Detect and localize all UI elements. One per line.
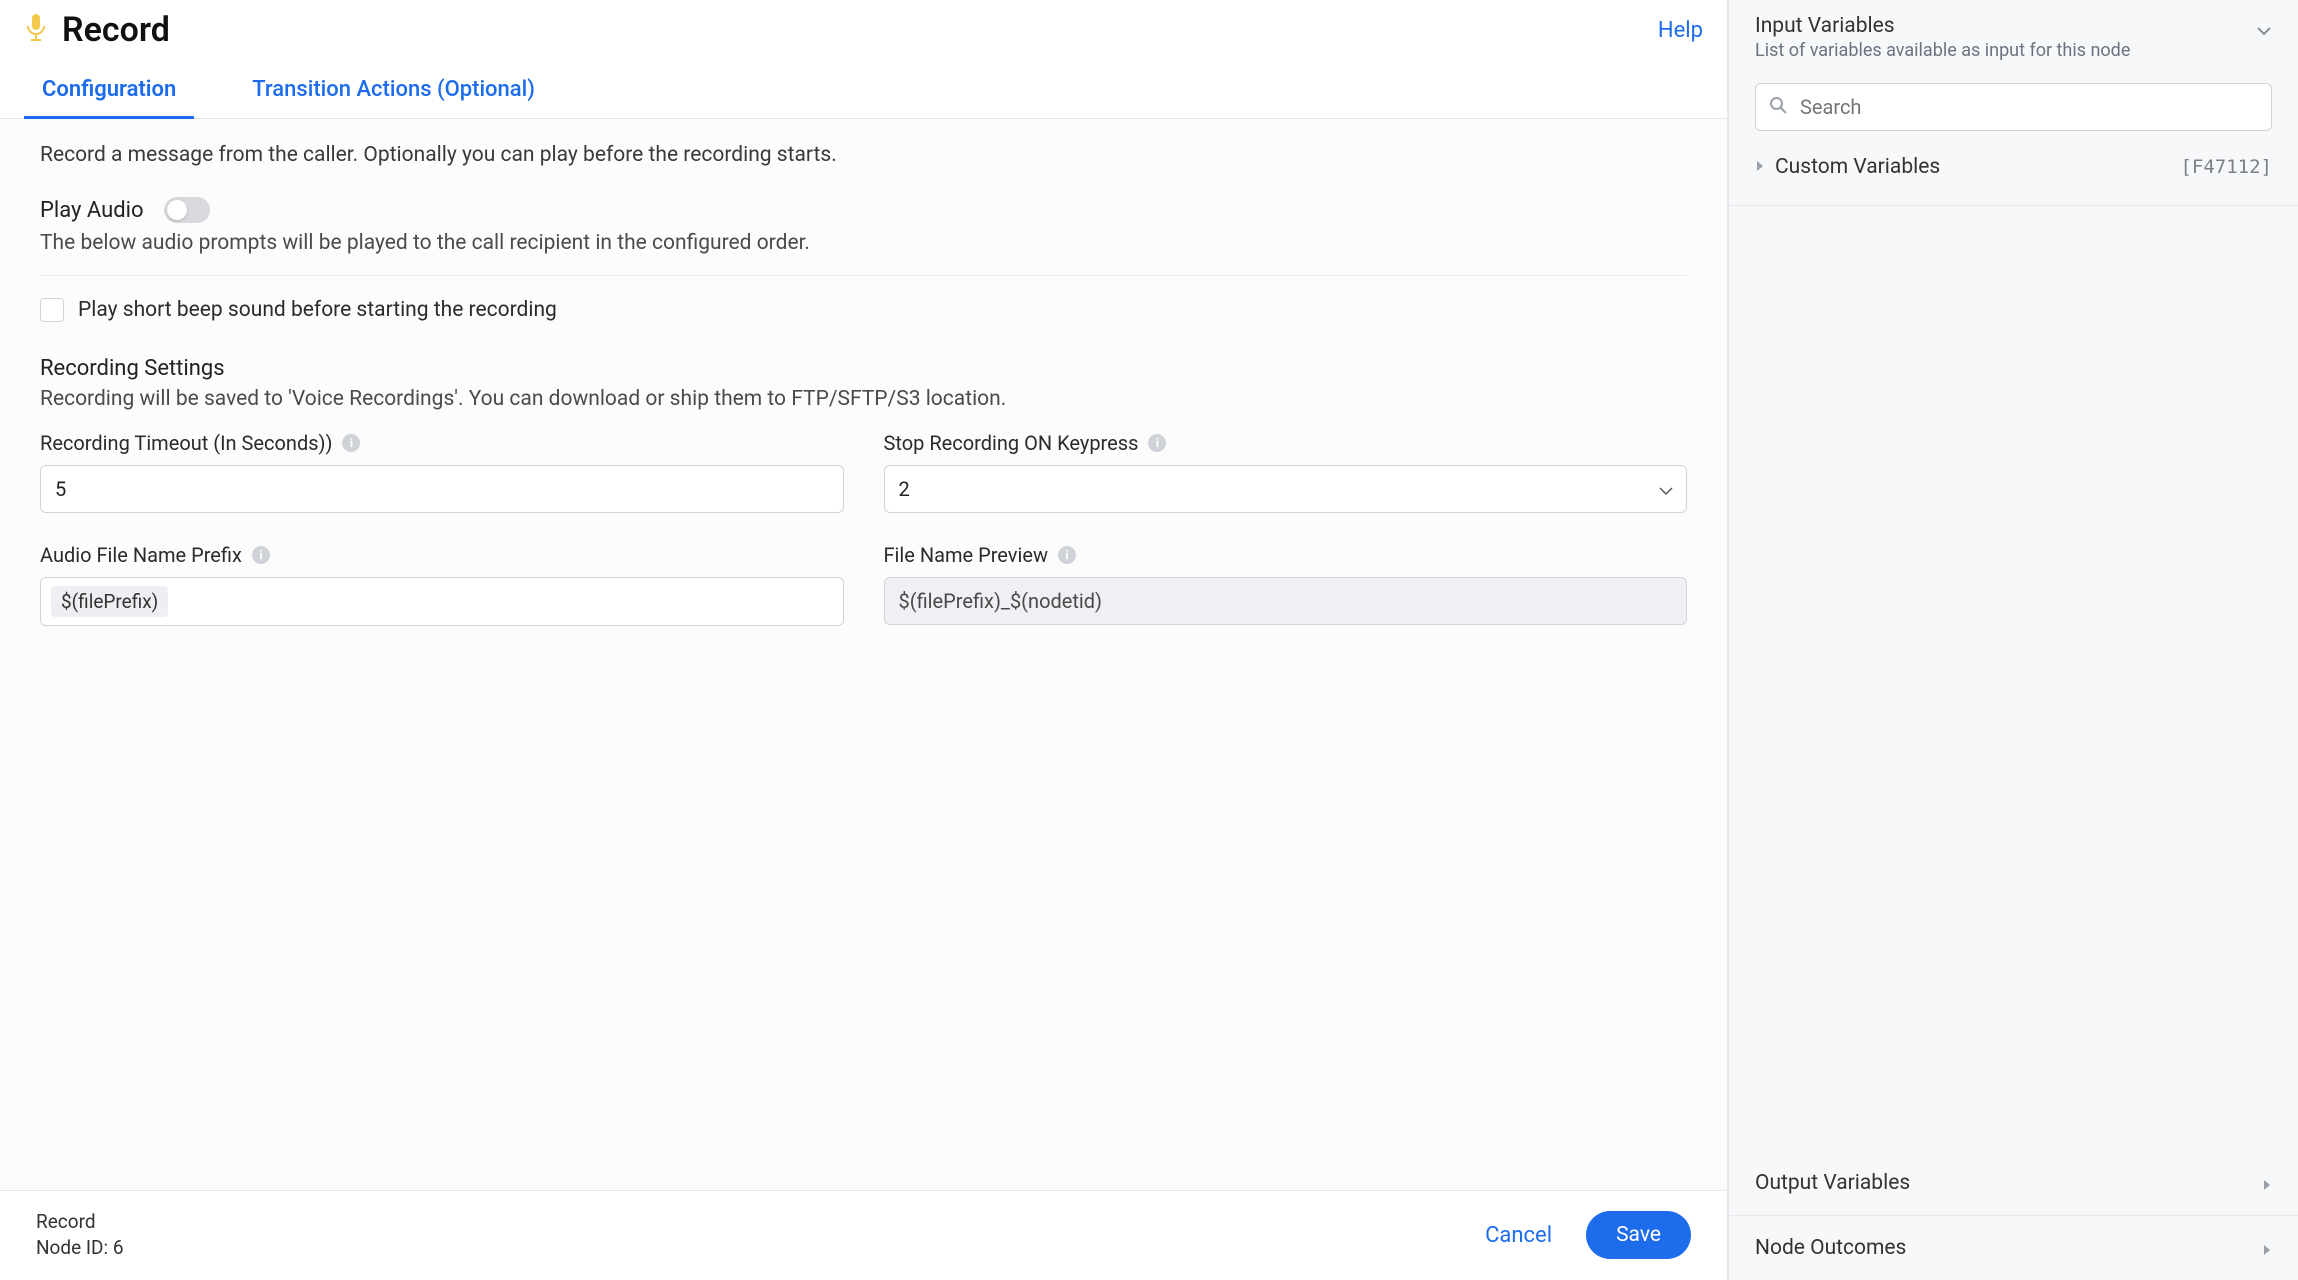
play-audio-toggle[interactable] — [164, 197, 210, 223]
info-icon[interactable]: i — [1148, 434, 1166, 452]
divider — [40, 275, 1687, 276]
input-variables-header-text: Input Variables List of variables availa… — [1755, 14, 2130, 61]
footer-info: Record Node ID: 6 — [36, 1209, 124, 1262]
content-area: Record a message from the caller. Option… — [0, 119, 1727, 1190]
tabs: Configuration Transition Actions (Option… — [0, 64, 1727, 119]
footer-actions: Cancel Save — [1485, 1211, 1691, 1259]
help-link[interactable]: Help — [1658, 18, 1703, 43]
page-title: Record — [62, 10, 170, 50]
output-variables-title: Output Variables — [1755, 1171, 1910, 1195]
timeout-label: Recording Timeout (In Seconds)) — [40, 431, 332, 455]
search-icon — [1769, 95, 1787, 119]
prefix-label-row: Audio File Name Prefix i — [40, 543, 844, 567]
node-outcomes-title: Node Outcomes — [1755, 1236, 1906, 1260]
info-icon[interactable]: i — [1058, 546, 1076, 564]
intro-text: Record a message from the caller. Option… — [40, 143, 1687, 167]
recording-settings-title: Recording Settings — [40, 356, 1687, 381]
stopkey-label: Stop Recording ON Keypress — [884, 431, 1139, 455]
node-outcomes-panel: Node Outcomes — [1729, 1216, 2298, 1280]
stopkey-field: Stop Recording ON Keypress i 2 — [884, 431, 1688, 513]
custom-variables-tag: [F47112] — [2180, 156, 2272, 178]
chevron-right-icon — [2262, 1173, 2272, 1197]
prefix-label: Audio File Name Prefix — [40, 543, 242, 567]
info-icon[interactable]: i — [342, 434, 360, 452]
beep-checkbox[interactable] — [40, 298, 64, 322]
header: Record Help — [0, 0, 1727, 54]
sidebar: Input Variables List of variables availa… — [1728, 0, 2298, 1280]
output-variables-header[interactable]: Output Variables — [1729, 1151, 2298, 1215]
cancel-button[interactable]: Cancel — [1485, 1223, 1552, 1248]
stopkey-label-row: Stop Recording ON Keypress i — [884, 431, 1688, 455]
prefix-field: Audio File Name Prefix i $(filePrefix) — [40, 543, 844, 626]
node-outcomes-header[interactable]: Node Outcomes — [1729, 1216, 2298, 1280]
footer-node-id: Node ID: 6 — [36, 1235, 124, 1262]
search-input[interactable] — [1755, 83, 2272, 131]
custom-variables-toggle[interactable]: Custom Variables — [1755, 155, 1940, 179]
header-left: Record — [24, 10, 170, 50]
chevron-right-icon — [1755, 155, 1765, 179]
timeout-input[interactable] — [40, 465, 844, 513]
prefix-input[interactable]: $(filePrefix) — [40, 577, 844, 626]
chevron-down-icon — [2256, 18, 2272, 42]
tab-configuration[interactable]: Configuration — [24, 65, 194, 119]
footer-node-name: Record — [36, 1209, 124, 1236]
output-variables-panel: Output Variables — [1729, 1151, 2298, 1216]
input-variables-header[interactable]: Input Variables List of variables availa… — [1729, 0, 2298, 71]
stopkey-select[interactable]: 2 — [884, 465, 1688, 513]
recording-grid: Recording Timeout (In Seconds)) i Stop R… — [40, 431, 1687, 626]
input-variables-sub: List of variables available as input for… — [1755, 40, 2130, 61]
main-pane: Record Help Configuration Transition Act… — [0, 0, 1728, 1280]
microphone-icon — [24, 13, 48, 48]
timeout-field: Recording Timeout (In Seconds)) i — [40, 431, 844, 513]
chevron-right-icon — [2262, 1238, 2272, 1262]
footer: Record Node ID: 6 Cancel Save — [0, 1190, 1727, 1280]
beep-row: Play short beep sound before starting th… — [40, 298, 1687, 322]
custom-variables-label: Custom Variables — [1775, 155, 1940, 179]
tab-transition-actions[interactable]: Transition Actions (Optional) — [234, 65, 553, 119]
sidebar-spacer — [1729, 206, 2298, 1151]
beep-label: Play short beep sound before starting th… — [78, 298, 557, 322]
custom-variables-row: Custom Variables [F47112] — [1755, 149, 2272, 185]
stopkey-select-wrap: 2 — [884, 465, 1688, 513]
play-audio-header: Play Audio — [40, 197, 1687, 223]
play-audio-desc: The below audio prompts will be played t… — [40, 231, 1687, 255]
preview-value: $(filePrefix)_$(nodetid) — [884, 577, 1688, 625]
input-variables-panel: Input Variables List of variables availa… — [1729, 0, 2298, 206]
info-icon[interactable]: i — [252, 546, 270, 564]
search-wrap — [1755, 83, 2272, 131]
timeout-label-row: Recording Timeout (In Seconds)) i — [40, 431, 844, 455]
recording-settings-desc: Recording will be saved to 'Voice Record… — [40, 387, 1687, 411]
play-audio-title: Play Audio — [40, 198, 144, 223]
save-button[interactable]: Save — [1586, 1211, 1691, 1259]
preview-field: File Name Preview i $(filePrefix)_$(node… — [884, 543, 1688, 626]
preview-label-row: File Name Preview i — [884, 543, 1688, 567]
toggle-knob — [167, 200, 187, 220]
prefix-token: $(filePrefix) — [51, 586, 168, 617]
input-variables-body: Custom Variables [F47112] — [1729, 71, 2298, 205]
input-variables-title: Input Variables — [1755, 14, 2130, 38]
preview-label: File Name Preview — [884, 543, 1048, 567]
